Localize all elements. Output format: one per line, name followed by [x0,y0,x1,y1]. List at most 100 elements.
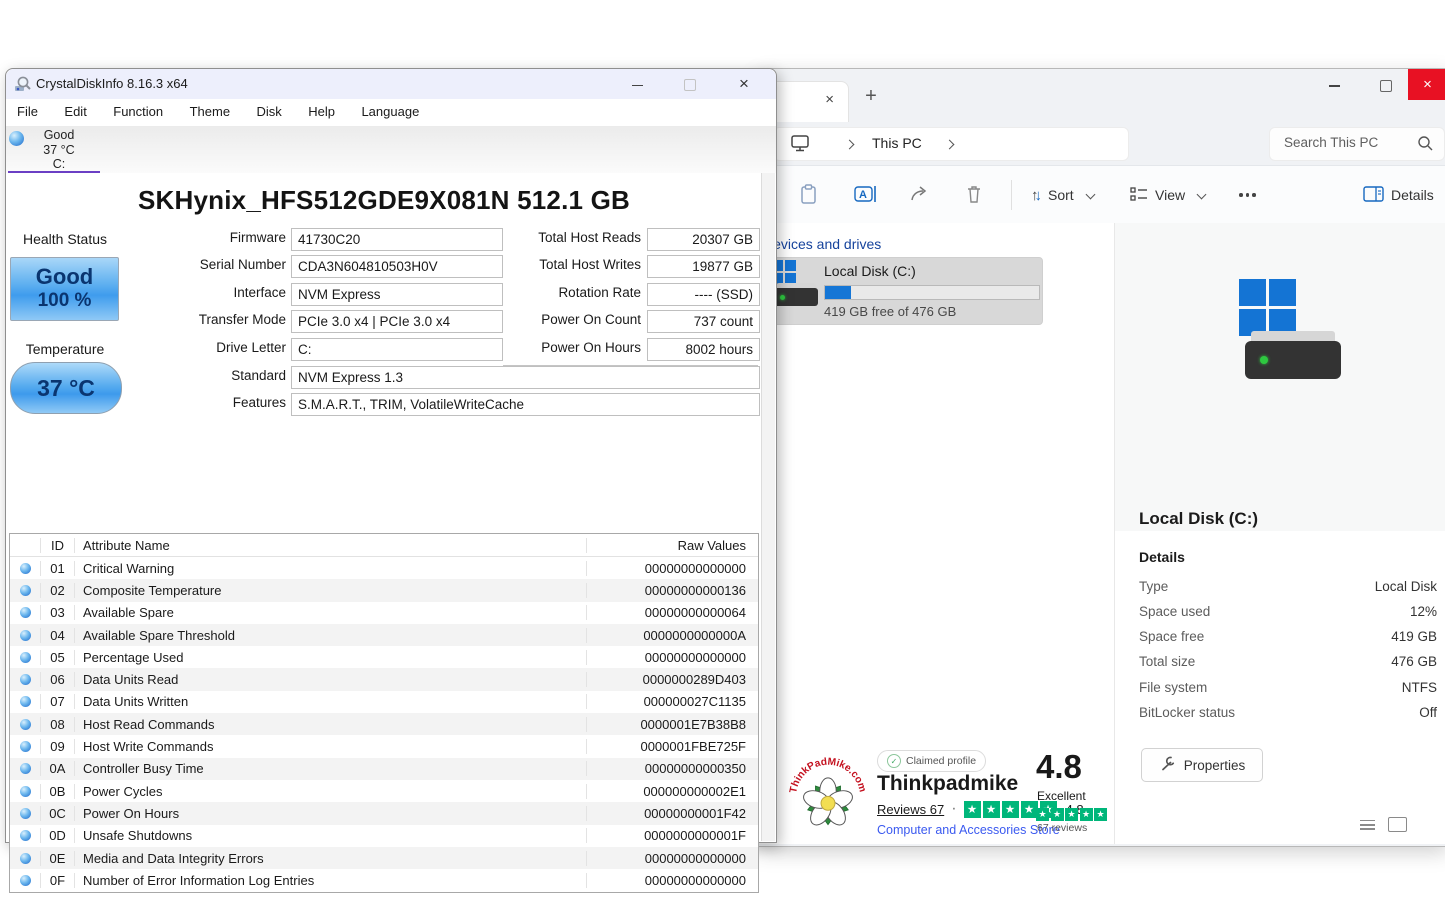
field-label: Transfer Mode [136,312,286,327]
field-value: 737 count [647,310,760,333]
properties-button[interactable]: Properties [1141,748,1263,782]
attr-raw: 000000000002E1 [586,784,758,799]
star-icon [983,801,1000,818]
drive-status: Good [26,128,92,143]
health-status-label: Health Status [6,231,124,247]
paste-button[interactable] [799,180,819,210]
delete-button[interactable] [964,180,984,210]
search-placeholder: Search This PC [1284,135,1378,150]
address-bar[interactable]: This PC [773,127,1129,161]
detail-label: Space free [1139,629,1204,644]
svg-text:A: A [859,189,867,201]
claimed-profile-badge[interactable]: Claimed profile [877,750,986,772]
table-row[interactable]: 05Percentage Used00000000000000 [10,646,758,668]
sort-label: Sort [1048,187,1074,203]
thumbnail-view-toggle-icon[interactable] [1388,817,1407,832]
drive-free-space: 419 GB free of 476 GB [824,304,956,319]
table-row[interactable]: 09Host Write Commands0000001FBE725F [10,735,758,757]
table-row[interactable]: 06Data Units Read0000000289D403 [10,668,758,690]
share-icon [909,184,931,207]
close-button[interactable]: × [729,69,759,99]
see-more-button[interactable] [1239,180,1256,210]
claimed-check-icon [887,754,901,768]
tab-close-icon[interactable]: × [825,91,834,108]
field-value: PCIe 3.0 x4 | PCIe 3.0 x4 [291,310,503,333]
chevron-down-icon [1197,189,1207,199]
table-row[interactable]: 0EMedia and Data Integrity Errors0000000… [10,847,758,869]
details-label: Details [1391,187,1434,203]
maximize-icon [1380,80,1392,92]
status-orb-icon [20,652,31,663]
attr-id: 0B [40,784,74,799]
scrollbar[interactable] [761,173,775,841]
file-explorer-window: × + × This PC Search This PC A [756,68,1445,847]
menu-help[interactable]: Help [297,99,346,124]
table-row[interactable]: 01Critical Warning00000000000000 [10,557,758,579]
rating-grade: Excellent [1037,789,1086,803]
local-disk-item[interactable]: Local Disk (C:) 419 GB free of 476 GB [765,257,1043,325]
details-pane-toggle[interactable]: Details [1363,180,1434,210]
windows-logo-icon [1239,279,1296,336]
menu-language[interactable]: Language [350,99,430,124]
breadcrumb-this-pc[interactable]: This PC [872,135,922,151]
maximize-button[interactable] [1371,75,1401,97]
table-row[interactable]: 04Available Spare Threshold0000000000000… [10,624,758,646]
group-header-devices-and-drives[interactable]: Devices and drives [763,236,881,252]
menu-file[interactable]: File [6,99,49,124]
cdi-body: SKHynix_HFS512GDE9X081N 512.1 GB Health … [6,173,776,842]
maximize-button[interactable] [675,69,705,99]
attr-raw: 00000000000000 [586,873,758,888]
minimize-button[interactable] [1319,75,1349,97]
list-view-toggle-icon[interactable] [1360,820,1375,830]
detail-label: Total size [1139,654,1195,669]
table-row[interactable]: 0DUnsafe Shutdowns0000000000001F [10,825,758,847]
view-button[interactable]: View [1129,180,1205,210]
minimize-icon [1329,85,1340,87]
attr-name: Host Write Commands [74,739,586,754]
field-value: 20307 GB [647,228,760,251]
table-row[interactable]: 08Host Read Commands0000001E7B38B8 [10,713,758,735]
attr-name: Power On Hours [74,806,586,821]
menu-function[interactable]: Function [102,99,174,124]
table-row[interactable]: 0FNumber of Error Information Log Entrie… [10,869,758,891]
star-icon [1021,801,1038,818]
explorer-tab-bar: × + × [757,69,1445,121]
reviews-link[interactable]: Reviews 67 [877,802,944,817]
category-link[interactable]: Computer and Accessories Store [877,823,1060,837]
table-row[interactable]: 0AController Busy Time00000000000350 [10,758,758,780]
table-row[interactable]: 03Available Spare00000000000064 [10,602,758,624]
explorer-toolbar: A ↑↓ Sort View Details [757,165,1445,225]
table-row[interactable]: 0BPower Cycles000000000002E1 [10,780,758,802]
drive-model-title: SKHynix_HFS512GDE9X081N 512.1 GB [6,185,762,216]
rename-button[interactable]: A [854,180,876,210]
drive-selector-tab[interactable]: Good 37 °C C: [6,126,776,174]
menu-theme[interactable]: Theme [179,99,241,124]
share-button[interactable] [909,180,931,210]
health-status-percent: 100 % [11,290,118,312]
search-input[interactable]: Search This PC [1269,127,1445,161]
status-orb-icon [20,808,31,819]
status-orb-icon [20,674,31,685]
attr-name: Controller Busy Time [74,761,586,776]
table-row[interactable]: 0CPower On Hours00000000001F42 [10,802,758,824]
wrench-icon [1159,755,1176,775]
app-icon [14,75,32,98]
divider-line [503,365,758,366]
minimize-button[interactable] [622,69,652,99]
smart-attribute-table: ID Attribute Name Raw Values 01Critical … [9,533,759,893]
temperature-label: Temperature [6,341,124,357]
menu-edit[interactable]: Edit [53,99,97,124]
big-rating: 4.8 [1036,748,1082,786]
table-row[interactable]: 02Composite Temperature00000000000136 [10,579,758,601]
field-label: Standard [136,368,286,383]
attr-id: 0A [40,761,74,776]
close-button[interactable]: × [1408,69,1445,100]
capacity-bar [824,285,1040,300]
sort-button[interactable]: ↑↓ Sort [1031,180,1094,210]
new-tab-button[interactable]: + [859,85,883,108]
attr-raw: 0000000000000A [586,628,758,643]
menu-disk[interactable]: Disk [246,99,293,124]
field-label: Total Host Reads [506,230,641,245]
detail-label: Type [1139,579,1168,594]
table-row[interactable]: 07Data Units Written000000027C1135 [10,691,758,713]
